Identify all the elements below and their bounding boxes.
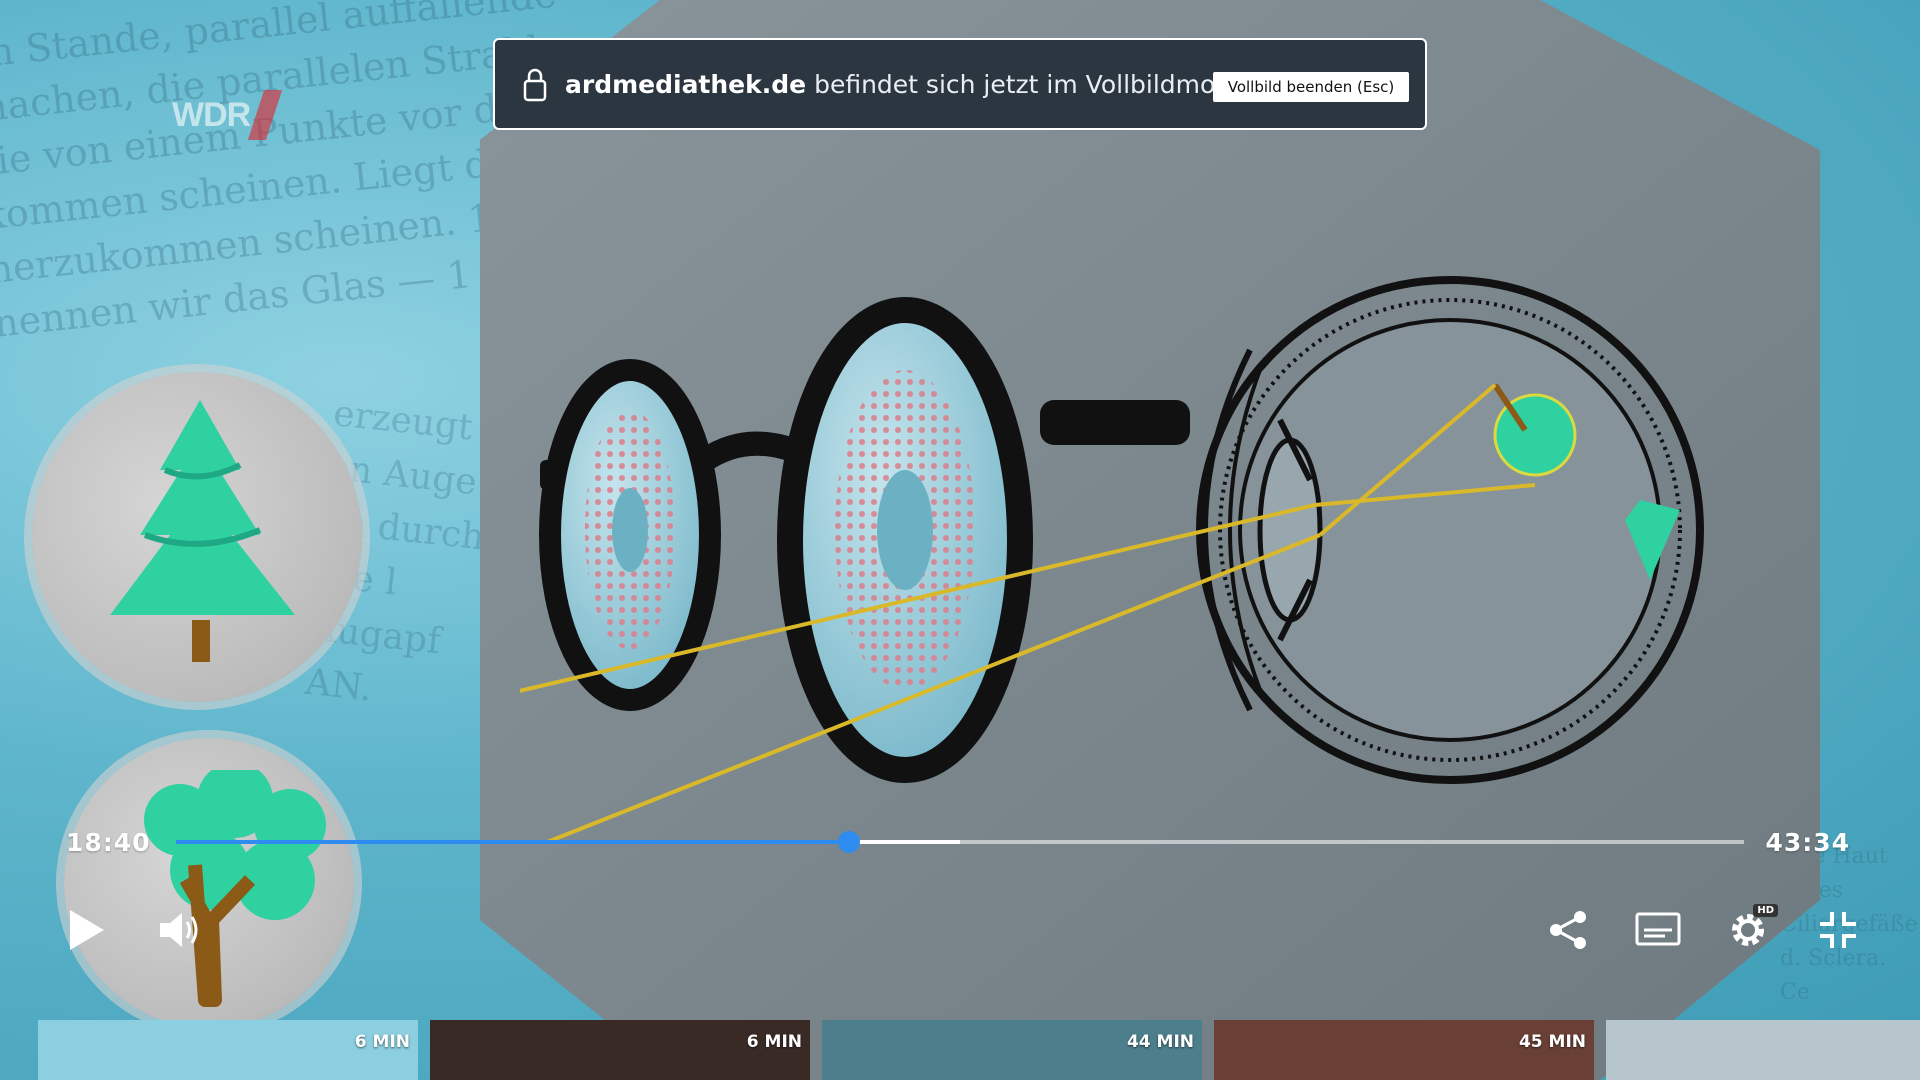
- fullscreen-message: ardmediathek.de befindet sich jetzt im V…: [565, 70, 1268, 99]
- related-video-card[interactable]: [1606, 1020, 1920, 1080]
- channel-logo: WDR: [172, 90, 283, 140]
- fir-tree-icon: [110, 400, 295, 662]
- glasses-and-eye-illustration: [520, 276, 1704, 840]
- lock-icon: [523, 68, 547, 102]
- volume-icon: [160, 913, 198, 947]
- fullscreen-notice: ardmediathek.de befindet sich jetzt im V…: [493, 38, 1427, 130]
- hd-badge: HD: [1753, 904, 1778, 917]
- video-duration: 44 MIN: [1126, 1032, 1194, 1052]
- related-video-card[interactable]: 6 MIN: [38, 1020, 418, 1080]
- related-video-card[interactable]: 44 MIN: [822, 1020, 1202, 1080]
- play-icon: [70, 910, 104, 950]
- related-videos-row: 6 MIN 6 MIN 44 MIN 45 MIN: [38, 1020, 1920, 1080]
- related-video-card[interactable]: 6 MIN: [430, 1020, 810, 1080]
- related-video-card[interactable]: 45 MIN: [1214, 1020, 1594, 1080]
- current-time: 18:40: [66, 828, 151, 857]
- play-button[interactable]: [62, 906, 110, 954]
- thumbnail-image: [1606, 1020, 1920, 1080]
- duration-time: 43:34: [1765, 828, 1850, 857]
- exit-fullscreen-control[interactable]: [1814, 906, 1862, 954]
- subtitles-button[interactable]: [1634, 906, 1682, 954]
- video-player[interactable]: im Stande, parallel auffallende machen, …: [0, 0, 1920, 1080]
- settings-button[interactable]: HD: [1724, 904, 1778, 954]
- share-button[interactable]: [1544, 906, 1592, 954]
- subtitles-icon: [1635, 912, 1681, 946]
- played-bar: [176, 840, 849, 844]
- video-duration: 45 MIN: [1518, 1032, 1586, 1052]
- exit-fullscreen-icon: [1820, 912, 1856, 948]
- progress-thumb[interactable]: [837, 831, 860, 853]
- deciduous-tree-icon: [144, 770, 326, 1007]
- video-duration: 6 MIN: [354, 1032, 410, 1052]
- share-icon: [1550, 911, 1586, 949]
- exit-fullscreen-button[interactable]: Vollbild beenden (Esc): [1213, 72, 1409, 102]
- video-duration: 6 MIN: [746, 1032, 802, 1052]
- progress-bar[interactable]: [176, 831, 1744, 853]
- volume-button[interactable]: [156, 906, 204, 954]
